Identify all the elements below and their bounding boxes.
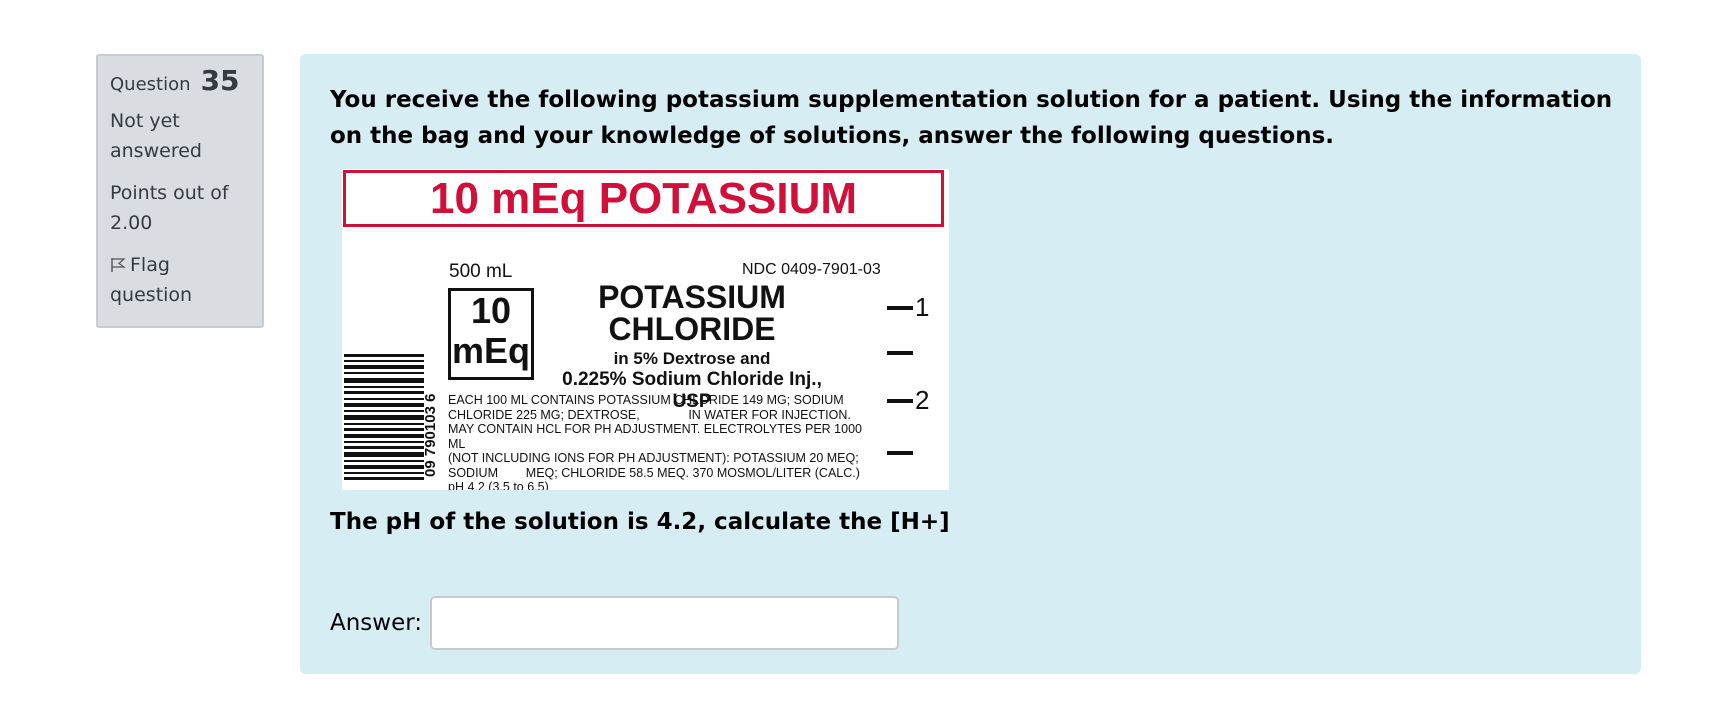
graduation-2: 2 xyxy=(915,385,930,415)
label-ndc: NDC 0409-7901-03 xyxy=(742,261,881,278)
flag-icon xyxy=(111,258,126,272)
label-fine-line6: pH 4.2 (3.5 to 6.5) xyxy=(448,480,549,490)
flag-question-link[interactable]: Flag question xyxy=(110,250,250,310)
label-volume: 500 mL xyxy=(449,261,513,282)
question-number: Question 35 xyxy=(110,66,250,100)
graduation-1: 1 xyxy=(915,292,930,322)
label-meq-unit: mEq xyxy=(451,330,530,371)
label-drug-line3: in 5% Dextrose and xyxy=(613,349,771,368)
label-drug-line2: CHLORIDE xyxy=(608,311,776,347)
question-state: Not yet answered xyxy=(110,110,202,162)
barcode xyxy=(344,354,424,480)
label-meq-box: 10 mEq xyxy=(448,288,534,380)
question-text: You receive the following potassium supp… xyxy=(330,87,1613,149)
label-banner: 10 mEq POTASSIUM xyxy=(343,170,944,227)
label-fine-print: EACH 100 mL CONTAINS POTASSIUM CHLORIDE … xyxy=(448,393,876,490)
label-fine-line2: CHLORIDE 225 mg; DEXTROSE, IN WATER FOR … xyxy=(448,407,851,422)
label-fine-line4: (NOT INCLUDING IONS FOR pH ADJUSTMENT): … xyxy=(448,451,859,465)
label-fine-line1: EACH 100 mL CONTAINS POTASSIUM CHLORIDE … xyxy=(448,393,844,407)
question-grade: Points out of 2.00 xyxy=(110,182,229,234)
question-content: You receive the following potassium supp… xyxy=(300,54,1641,674)
answer-label: Answer: xyxy=(330,610,423,636)
iv-bag-label-image: 10 mEq POTASSIUM 500 mL NDC 0409-7901-03… xyxy=(342,169,949,490)
graduation-ticks xyxy=(887,306,913,455)
answer-input[interactable] xyxy=(430,596,900,650)
question-number-value: 35 xyxy=(200,64,240,97)
label-fine-line3: MAY CONTAIN HCl FOR pH ADJUSTMENT. ELECT… xyxy=(448,422,862,451)
question-info-panel: Question 35 Not yet answered Points out … xyxy=(96,54,264,328)
barcode-number: 09 790103 6 xyxy=(422,393,439,477)
sub-question-text: The pH of the solution is 4.2, calculate… xyxy=(330,509,950,535)
label-meq-number: 10 xyxy=(470,290,512,331)
answer-row: Answer: xyxy=(330,596,900,650)
label-drug-line1: POTASSIUM xyxy=(598,279,786,315)
label-fine-line5: SODIUM mEq; CHLORIDE 58.5 mEq. 370 mOsmo… xyxy=(448,465,860,480)
question-label: Question xyxy=(110,74,191,95)
